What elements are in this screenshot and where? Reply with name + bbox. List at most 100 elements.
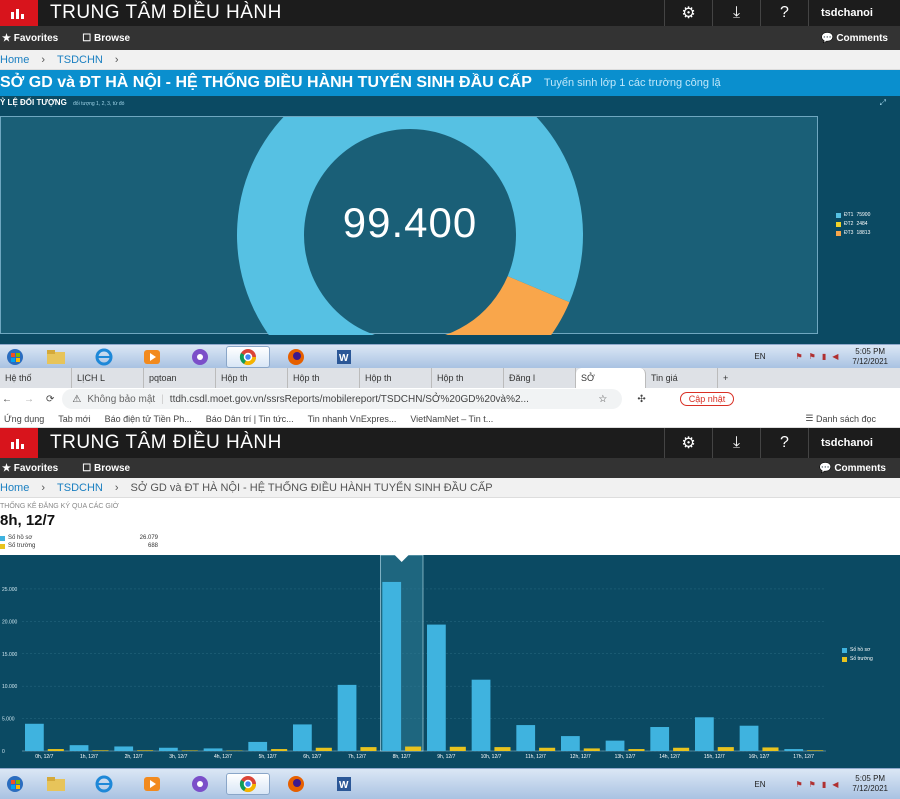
viber-icon[interactable] [178, 773, 222, 795]
ie-icon[interactable] [82, 773, 126, 795]
app-logo-icon[interactable] [0, 0, 38, 26]
bookmark-star-icon[interactable]: ☆ [598, 394, 607, 405]
reload-icon[interactable]: ⟳ [46, 394, 54, 405]
legend-label: Số hồ sơ [850, 647, 871, 653]
breadcrumb-folder-link[interactable]: TSDCHN [57, 482, 103, 494]
explorer-icon[interactable] [34, 346, 78, 368]
browser-tab[interactable]: Đăng l [504, 368, 576, 388]
app-logo-icon[interactable] [0, 428, 38, 458]
bar-so-truong [181, 750, 198, 751]
bookmark-item[interactable]: Ứng dụng [4, 414, 44, 424]
word-icon[interactable]: W [322, 346, 366, 368]
media-player-icon[interactable] [130, 773, 174, 795]
donut-panel: Ỷ LỆ ĐỐI TƯỢNG đối tượng 1, 2, 3, từ đó … [0, 96, 900, 344]
chrome-icon[interactable] [226, 345, 270, 368]
bar-chart[interactable]: 0 5.000 10.000 15.000 20.000 25.000 0h, 12/7 1h… [0, 555, 900, 768]
user-name[interactable]: tsdchanoi [808, 428, 900, 458]
help-icon[interactable]: ? [760, 428, 808, 458]
bar-so-ho-so [25, 723, 44, 751]
x-tick-label: 14h, 12/7 [659, 754, 680, 760]
clock[interactable]: 5:05 PM 7/12/2021 [852, 347, 888, 367]
reading-list[interactable]: ☰ Danh sách đọc [805, 413, 890, 424]
media-player-icon[interactable] [130, 346, 174, 368]
download-icon[interactable]: ⤓ [712, 0, 760, 26]
address-bar[interactable]: ⚠ Không bảo mật | ttdh.csdl.moet.gov.vn/… [62, 389, 623, 409]
firefox-icon[interactable] [274, 346, 318, 368]
x-tick-label: 0h, 12/7 [35, 754, 53, 760]
selected-period: 8h, 12/7 [0, 512, 56, 529]
system-tray: EN ⚑⚑▮◀ [754, 352, 844, 361]
favorites-button[interactable]: ★ Favorites [2, 33, 58, 44]
language-indicator[interactable]: EN [754, 352, 765, 361]
chrome-icon[interactable] [226, 773, 270, 795]
expand-icon[interactable]: ⤢ [880, 98, 886, 108]
x-tick-label: 3h, 12/7 [169, 754, 187, 760]
bookmark-item[interactable]: Tin nhanh VnExpres... [308, 414, 397, 424]
legend-value: 2484 [856, 221, 868, 227]
tray-icons[interactable]: ⚑⚑▮◀ [796, 352, 845, 361]
favorites-button[interactable]: ★ Favorites [2, 463, 58, 474]
start-button[interactable] [0, 773, 30, 795]
help-icon[interactable]: ? [760, 0, 808, 26]
extensions-icon[interactable]: ✣ [637, 394, 645, 405]
comments-button[interactable]: 💬 Comments [821, 33, 888, 44]
back-icon[interactable]: ← [2, 394, 12, 405]
x-tick-label: 6h, 12/7 [303, 754, 321, 760]
breadcrumb-home-link[interactable]: Home [0, 54, 29, 66]
bar-panel-header: THỐNG KÊ ĐĂNG KÝ QUA CÁC GIỜ 8h, 12/7 Số… [0, 498, 900, 555]
selected-values: Số hồ sơ 26.079 Số trường 688 [0, 534, 160, 550]
firefox-icon[interactable] [274, 773, 318, 795]
bookmark-item[interactable]: Tab mới [58, 414, 90, 424]
comments-button[interactable]: 💬 Comments [819, 463, 886, 474]
legend-label: ĐT2 [844, 221, 854, 227]
reading-list-label: Danh sách đọc [815, 413, 876, 424]
browser-tab[interactable]: Hệ thố [0, 368, 72, 388]
bar-so-ho-so [203, 748, 223, 751]
browse-label: Browse [93, 462, 131, 474]
breadcrumb-home-link[interactable]: Home [0, 482, 29, 494]
bookmark-item[interactable]: Báo Dân trí | Tin tức... [206, 414, 294, 424]
windows-taskbar: W EN ⚑⚑▮◀ 5:05 PM 7/12/2021 [0, 344, 900, 368]
browser-tab[interactable]: SỞ [576, 368, 646, 388]
bookmark-item[interactable]: VietNamNet – Tin t... [410, 414, 493, 424]
language-indicator[interactable]: EN [754, 780, 765, 789]
start-button[interactable] [0, 346, 30, 368]
x-tick-label: 11h, 12/7 [525, 754, 546, 760]
bookmark-item[interactable]: Báo điện tử Tiền Ph... [105, 414, 192, 424]
browser-tab[interactable]: Hộp th [360, 368, 432, 388]
update-button[interactable]: Cập nhật [679, 392, 735, 406]
bar-so-truong [137, 750, 154, 751]
browse-button[interactable]: ☐ Browse [82, 33, 130, 44]
ie-icon[interactable] [82, 346, 126, 368]
selected-value-label: Số trường [8, 543, 36, 549]
word-icon[interactable]: W [322, 773, 366, 795]
browser-tab[interactable]: Hộp th [432, 368, 504, 388]
breadcrumb-folder-link[interactable]: TSDCHN [57, 54, 103, 66]
settings-gear-icon[interactable]: ⚙ [664, 428, 712, 458]
tray-icons[interactable]: ⚑⚑▮◀ [796, 780, 845, 789]
new-tab-icon[interactable]: + [718, 368, 748, 388]
user-name[interactable]: tsdchanoi [808, 0, 900, 26]
y-tick-label: 15.000 [2, 652, 18, 658]
bar-so-ho-so [382, 581, 402, 751]
legend-swatch [0, 543, 5, 549]
browser-tab[interactable]: LỊCH L [72, 368, 144, 388]
forward-icon[interactable]: → [24, 394, 34, 405]
explorer-icon[interactable] [34, 773, 78, 795]
browser-tab[interactable]: Hộp th [288, 368, 360, 388]
browse-button[interactable]: ☐ Browse [82, 463, 130, 474]
bar-so-ho-so [337, 684, 357, 751]
browser-tab[interactable]: Hộp th [216, 368, 288, 388]
viber-icon[interactable] [178, 346, 222, 368]
clock[interactable]: 5:05 PM 7/12/2021 [852, 774, 888, 794]
download-icon[interactable]: ⤓ [712, 428, 760, 458]
browser-tab[interactable]: Tin giá [646, 368, 718, 388]
y-tick-label: 10.000 [2, 684, 18, 690]
url-text: ttdh.csdl.moet.gov.vn/ssrsReports/mobile… [169, 393, 529, 405]
settings-gear-icon[interactable]: ⚙ [664, 0, 712, 26]
report-header: SỞ GD và ĐT HÀ NỘI - HỆ THỐNG ĐIỀU HÀNH … [0, 70, 900, 96]
x-tick-label: 12h, 12/7 [570, 754, 591, 760]
browser-tab[interactable]: pqtoan [144, 368, 216, 388]
bar-so-ho-so [516, 725, 536, 751]
bar-so-truong [405, 746, 422, 751]
